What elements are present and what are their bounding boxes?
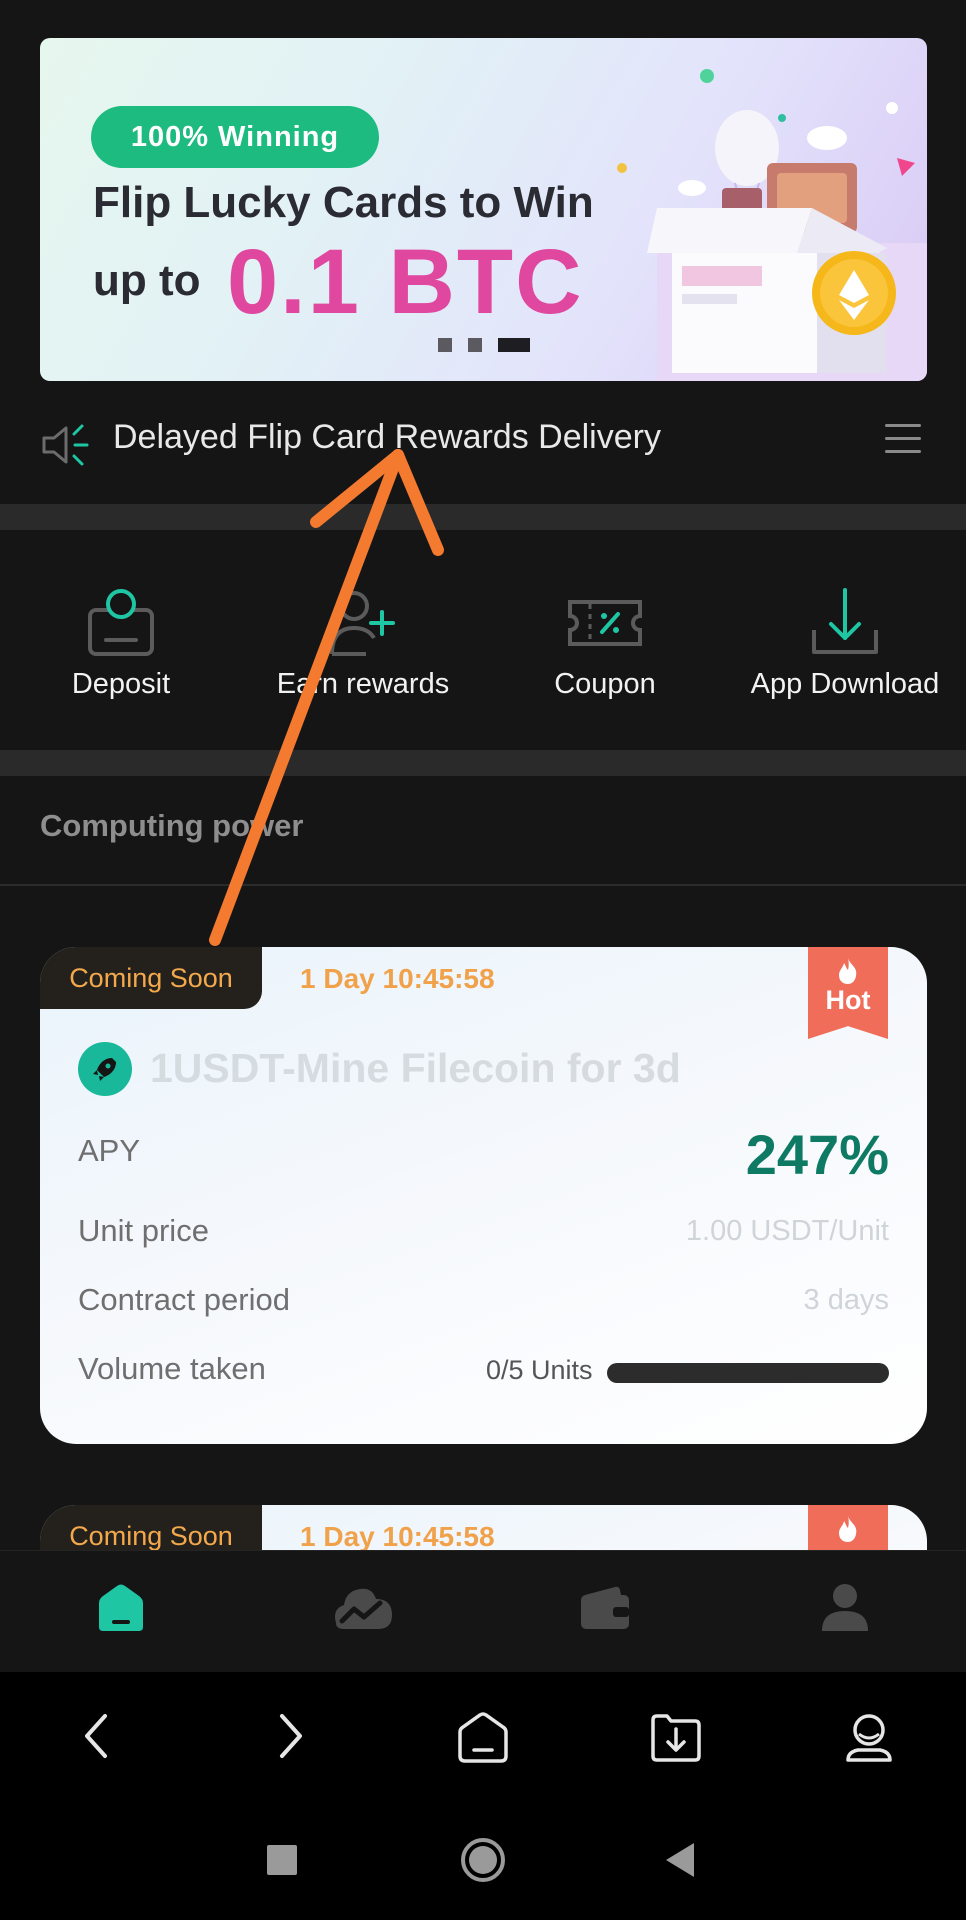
- carousel-dot: [438, 338, 452, 352]
- unit-price-label: Unit price: [78, 1213, 209, 1248]
- banner-prize: 0.1 BTC: [227, 231, 584, 333]
- rocket-icon: [78, 1042, 132, 1096]
- status-badge: Coming Soon: [40, 947, 262, 1009]
- browser-downloads-button[interactable]: [579, 1672, 772, 1800]
- action-label: Deposit: [71, 668, 171, 700]
- gift-box-illustration: [617, 69, 927, 381]
- countdown-timer: 1 Day 10:45:58: [300, 1521, 495, 1552]
- browser-back-button[interactable]: [0, 1672, 193, 1800]
- action-earn-rewards[interactable]: Earn rewards: [242, 530, 484, 750]
- section-divider: [0, 504, 966, 530]
- home-icon: [99, 1584, 143, 1631]
- wallet-icon: [581, 1586, 629, 1629]
- speaker-icon: [42, 424, 89, 466]
- profile-icon: [822, 1584, 868, 1631]
- action-deposit[interactable]: Deposit: [0, 530, 242, 750]
- volume-progress-bar: [607, 1363, 889, 1383]
- hot-label: Hot: [825, 985, 871, 1015]
- announcement-text[interactable]: Delayed Flip Card Rewards Delivery: [113, 418, 661, 457]
- home-icon: [457, 1712, 508, 1763]
- action-label: Earn rewards: [276, 668, 450, 700]
- tab-market[interactable]: [242, 1551, 484, 1673]
- system-back-button[interactable]: [620, 1800, 740, 1920]
- carousel-dot-active: [498, 338, 530, 352]
- action-coupon[interactable]: Coupon: [484, 530, 726, 750]
- carousel-indicator: [438, 338, 530, 352]
- product-card[interactable]: Coming Soon 1 Day 10:45:58 Hot 1USDT-Min…: [40, 947, 927, 1444]
- countdown-timer: 1 Day 10:45:58: [300, 963, 495, 994]
- system-home-button[interactable]: [423, 1800, 543, 1920]
- winning-badge: 100% Winning: [91, 106, 379, 168]
- tab-wallet[interactable]: [484, 1551, 726, 1673]
- deposit-icon: [88, 589, 154, 656]
- section-divider: [0, 750, 966, 776]
- back-icon: [84, 1714, 107, 1758]
- home-circle-icon: [461, 1838, 505, 1882]
- carousel-dot: [468, 338, 482, 352]
- flame-icon: [839, 1516, 857, 1542]
- tab-home[interactable]: [0, 1551, 242, 1673]
- action-app-download[interactable]: App Download: [724, 530, 966, 750]
- browser-forward-button[interactable]: [193, 1672, 386, 1800]
- banner-headline: Flip Lucky Cards to Win: [93, 178, 594, 227]
- recents-icon: [267, 1845, 297, 1875]
- app-tab-bar: [0, 1550, 966, 1672]
- contract-period-label: Contract period: [78, 1282, 290, 1317]
- action-label: Coupon: [554, 668, 656, 700]
- contract-period-value: 3 days: [803, 1284, 889, 1316]
- add-user-icon: [330, 591, 395, 656]
- product-title: 1USDT-Mine Filecoin for 3d: [150, 1045, 681, 1091]
- coupon-icon: [568, 600, 642, 646]
- downloads-icon: [650, 1714, 701, 1762]
- account-icon: [845, 1714, 892, 1762]
- tab-profile[interactable]: [724, 1551, 966, 1673]
- browser-home-button[interactable]: [386, 1672, 579, 1800]
- market-icon: [335, 1588, 392, 1629]
- quick-actions: Deposit Earn rewards Coupon App Download: [0, 530, 966, 750]
- apy-label: APY: [78, 1133, 141, 1168]
- recents-button[interactable]: [222, 1800, 342, 1920]
- action-label: App Download: [750, 668, 940, 700]
- unit-price-value: 1.00 USDT/Unit: [685, 1215, 889, 1247]
- forward-icon: [279, 1714, 302, 1758]
- volume-taken-value: 0/5 Units: [486, 1355, 593, 1385]
- system-nav-bar: [0, 1800, 966, 1920]
- flame-icon: [839, 958, 857, 984]
- banner-subline-prefix: up to: [93, 256, 201, 305]
- promo-banner[interactable]: 100% Winning Flip Lucky Cards to Win up …: [40, 38, 927, 381]
- menu-icon[interactable]: [885, 424, 921, 456]
- browser-toolbar: [0, 1672, 966, 1800]
- apy-value: 247%: [745, 1123, 889, 1186]
- back-triangle-icon: [666, 1843, 694, 1877]
- volume-taken-label: Volume taken: [78, 1351, 266, 1386]
- download-icon: [812, 588, 878, 654]
- section-underline: [0, 884, 966, 886]
- browser-account-button[interactable]: [772, 1672, 965, 1800]
- hot-ribbon: Hot: [808, 947, 888, 1039]
- section-title: Computing power: [40, 808, 304, 843]
- announcement-bar[interactable]: Delayed Flip Card Rewards Delivery: [0, 400, 966, 505]
